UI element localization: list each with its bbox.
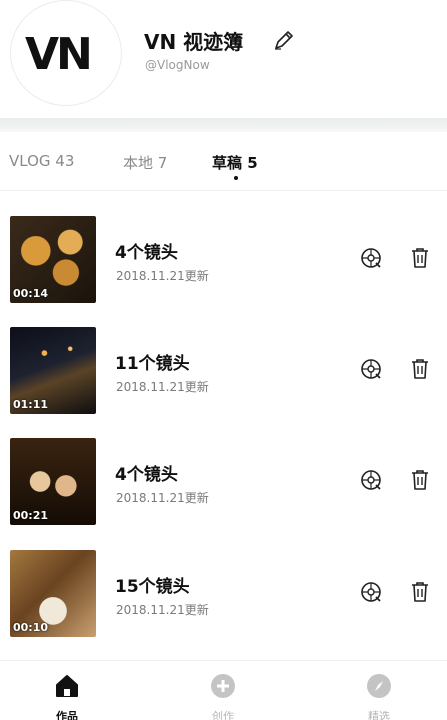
tab-drafts[interactable]: 草稿 5 bbox=[212, 152, 258, 173]
compass-icon bbox=[367, 674, 391, 698]
export-icon[interactable] bbox=[359, 580, 383, 604]
trash-icon[interactable] bbox=[410, 581, 430, 603]
draft-thumbnail[interactable]: 00:10 bbox=[10, 550, 96, 637]
draft-clip-count: 4个镜头 bbox=[115, 243, 178, 263]
draft-duration: 00:14 bbox=[13, 287, 49, 300]
draft-item[interactable]: 00:21 4个镜头 2018.11.21更新 bbox=[0, 428, 447, 528]
nav-featured[interactable]: 精选 bbox=[329, 661, 429, 720]
nav-create-label: 创作 bbox=[212, 710, 234, 720]
draft-duration: 01:11 bbox=[13, 398, 49, 411]
tab-vlog[interactable]: VLOG 43 bbox=[9, 152, 74, 170]
bottom-nav: 作品 创作 精选 bbox=[0, 661, 447, 720]
export-icon[interactable] bbox=[359, 357, 383, 381]
export-icon[interactable] bbox=[359, 246, 383, 270]
edit-icon[interactable] bbox=[272, 28, 296, 52]
nav-featured-label: 精选 bbox=[368, 710, 390, 720]
header-divider bbox=[0, 118, 447, 132]
profile-handle: @VlogNow bbox=[145, 58, 210, 72]
export-icon[interactable] bbox=[359, 468, 383, 492]
avatar[interactable]: VN bbox=[10, 0, 122, 106]
draft-thumbnail[interactable]: 00:21 bbox=[10, 438, 96, 525]
nav-create[interactable]: 创作 bbox=[173, 661, 273, 720]
tab-bar: VLOG 43 本地 7 草稿 5 bbox=[0, 146, 447, 186]
nav-works[interactable]: 作品 bbox=[17, 661, 117, 720]
profile-header: VN VN 视迹簿 @VlogNow bbox=[0, 0, 447, 120]
draft-updated: 2018.11.21更新 bbox=[116, 603, 209, 617]
draft-clip-count: 11个镜头 bbox=[115, 354, 190, 374]
tab-local[interactable]: 本地 7 bbox=[123, 152, 167, 173]
draft-item[interactable]: 01:11 11个镜头 2018.11.21更新 bbox=[0, 317, 447, 417]
draft-item[interactable]: 00:14 4个镜头 2018.11.21更新 bbox=[0, 206, 447, 306]
trash-icon[interactable] bbox=[410, 247, 430, 269]
draft-updated: 2018.11.21更新 bbox=[116, 269, 209, 283]
profile-name: VN 视迹簿 bbox=[144, 30, 244, 54]
draft-clip-count: 15个镜头 bbox=[115, 577, 190, 597]
draft-duration: 00:21 bbox=[13, 509, 49, 522]
draft-updated: 2018.11.21更新 bbox=[116, 491, 209, 505]
draft-thumbnail[interactable]: 01:11 bbox=[10, 327, 96, 414]
trash-icon[interactable] bbox=[410, 358, 430, 380]
draft-item[interactable]: 00:10 15个镜头 2018.11.21更新 bbox=[0, 540, 447, 640]
active-tab-indicator bbox=[234, 176, 238, 180]
trash-icon[interactable] bbox=[410, 469, 430, 491]
tabs-divider bbox=[0, 190, 447, 191]
draft-clip-count: 4个镜头 bbox=[115, 465, 178, 485]
nav-works-label: 作品 bbox=[56, 710, 78, 720]
draft-duration: 00:10 bbox=[13, 621, 49, 634]
draft-thumbnail[interactable]: 00:14 bbox=[10, 216, 96, 303]
home-icon bbox=[56, 675, 78, 697]
plus-circle-icon bbox=[211, 674, 235, 698]
draft-updated: 2018.11.21更新 bbox=[116, 380, 209, 394]
avatar-logo: VN bbox=[25, 29, 93, 80]
